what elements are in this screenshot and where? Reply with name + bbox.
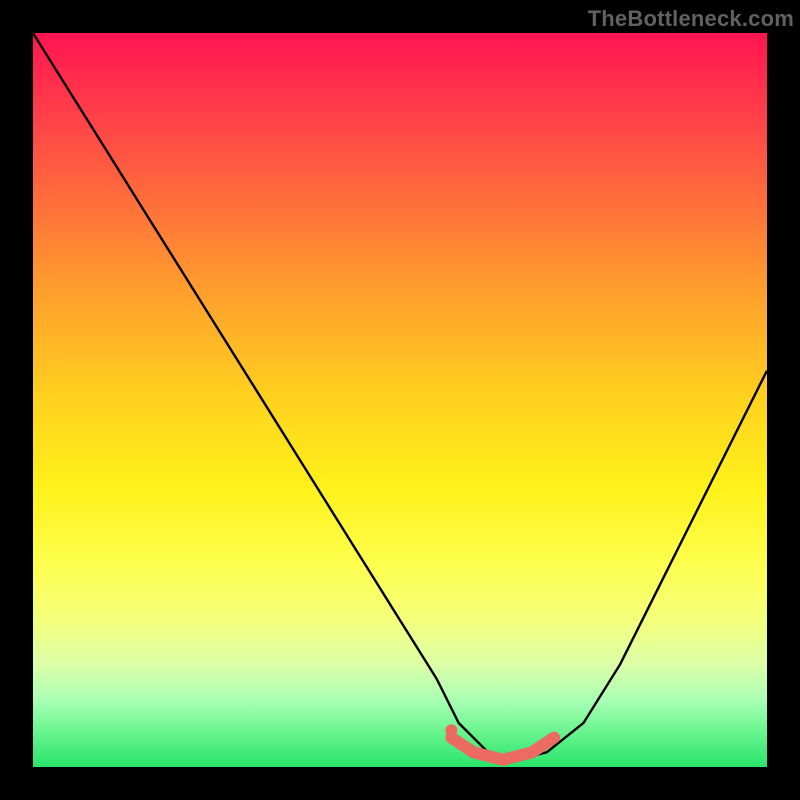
optimal-band [451, 738, 554, 760]
bottleneck-curve [33, 33, 767, 760]
watermark-label: TheBottleneck.com [588, 6, 794, 32]
current-config-marker [445, 724, 457, 736]
chart-svg [33, 33, 767, 767]
